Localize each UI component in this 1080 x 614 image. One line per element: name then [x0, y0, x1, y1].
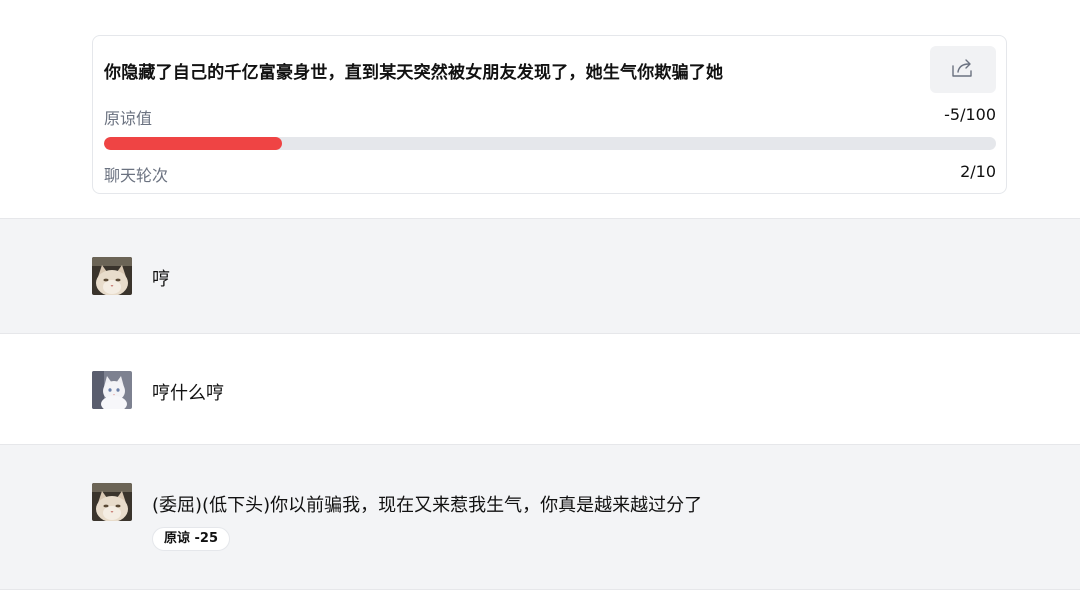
forgiveness-change-badge: 原谅 -25	[152, 527, 231, 551]
share-icon	[951, 57, 975, 83]
message-text: (委屈)(低下头)你以前骗我，现在又来惹我生气，你真是越来越过分了	[152, 495, 703, 516]
scenario-title: 你隐藏了自己的千亿富豪身世，直到某天突然被女朋友发现了，她生气你欺骗了她	[104, 63, 724, 83]
message-text: 哼什么哼	[152, 383, 224, 404]
chat-message: 哼	[0, 218, 1080, 333]
share-button[interactable]	[930, 46, 996, 93]
cat-avatar-tabby	[92, 257, 132, 295]
forgiveness-progress-fill	[104, 137, 283, 150]
message-text: 哼	[152, 269, 170, 290]
forgiveness-label: 原谅值	[104, 109, 153, 128]
chat-message: (委屈)(低下头)你以前骗我，现在又来惹我生气，你真是越来越过分了 原谅 -25	[0, 444, 1080, 590]
cat-avatar-white	[92, 371, 132, 409]
scenario-card: 你隐藏了自己的千亿富豪身世，直到某天突然被女朋友发现了，她生气你欺骗了她 原谅值…	[92, 35, 1007, 194]
forgiveness-progress-bar	[104, 137, 996, 150]
rounds-value: 2/10	[960, 162, 996, 181]
cat-avatar-tabby	[92, 483, 132, 521]
forgiveness-value: -5/100	[944, 105, 996, 124]
header-area: 你隐藏了自己的千亿富豪身世，直到某天突然被女朋友发现了，她生气你欺骗了她 原谅值…	[0, 0, 1080, 218]
rounds-label: 聊天轮次	[104, 166, 169, 185]
chat-message: 哼什么哼	[0, 333, 1080, 444]
